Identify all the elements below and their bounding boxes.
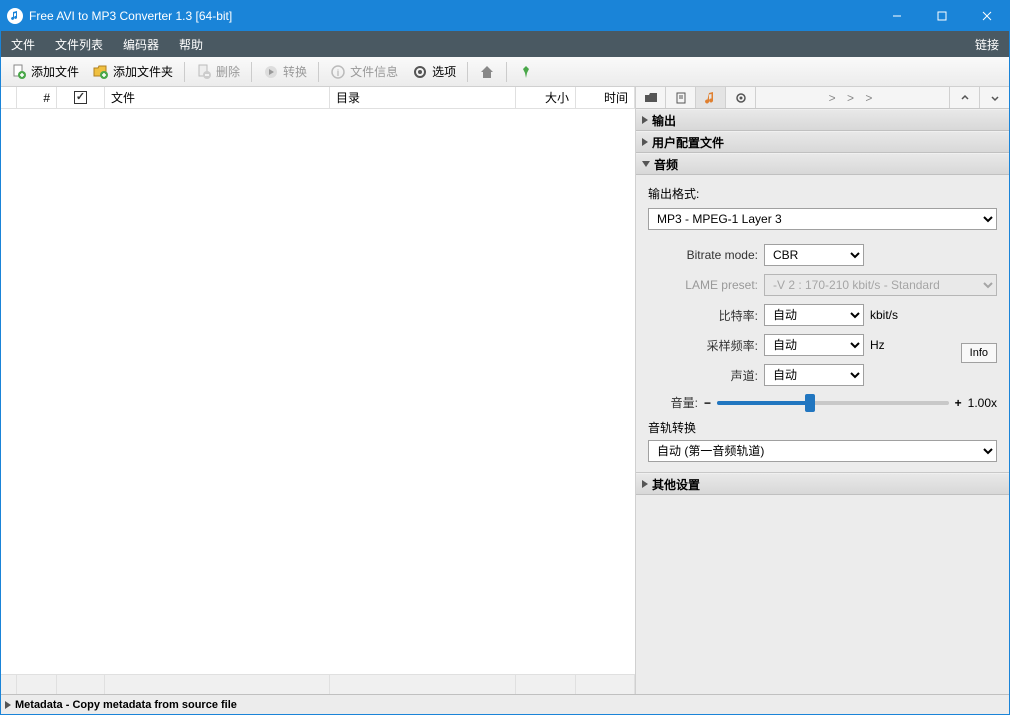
tab-expand[interactable] [979,87,1009,108]
convert-label: 转换 [283,63,307,80]
file-info-icon: i [330,64,346,80]
col-file[interactable]: 文件 [105,87,330,108]
section-audio-body: 输出格式: MP3 - MPEG-1 Layer 3 Bitrate mode:… [636,175,1009,473]
gear-icon [412,64,428,80]
options-button[interactable]: 选项 [406,60,462,83]
col-size[interactable]: 大小 [516,87,576,108]
tab-more[interactable]: > > > [756,87,949,108]
add-file-icon [11,64,27,80]
section-other-label: 其他设置 [652,476,700,493]
menu-encoder[interactable]: 编码器 [113,31,169,57]
menu-help[interactable]: 帮助 [169,31,213,57]
maximize-button[interactable] [919,1,964,31]
section-output-label: 输出 [652,112,676,129]
add-file-label: 添加文件 [31,63,79,80]
delete-icon [196,64,212,80]
app-icon [7,8,23,24]
add-folder-label: 添加文件夹 [113,63,173,80]
table-footer [1,674,635,694]
tab-settings[interactable] [726,87,756,108]
output-format-select[interactable]: MP3 - MPEG-1 Layer 3 [648,208,997,230]
delete-label: 删除 [216,63,240,80]
convert-button[interactable]: 转换 [257,60,313,83]
table-header: # 文件 目录 大小 时间 [1,87,635,109]
slider-thumb[interactable] [805,394,815,412]
settings-tabs: > > > [636,87,1009,109]
delete-button[interactable]: 删除 [190,60,246,83]
lame-preset-label: LAME preset: [648,278,758,292]
volume-plus[interactable]: + [955,396,962,410]
volume-slider[interactable] [717,401,949,405]
add-file-button[interactable]: 添加文件 [5,60,85,83]
bitrate-select[interactable]: 自动 [764,304,864,326]
pin-button[interactable] [512,61,540,83]
statusbar: Metadata - Copy metadata from source fil… [1,694,1009,714]
chevron-right-icon [642,480,648,488]
menu-file[interactable]: 文件 [1,31,45,57]
pin-icon [518,64,534,80]
col-expand[interactable] [1,87,17,108]
settings-pane: > > > 输出 用户配置文件 音频 输出格式: MP3 - MPEG-1 La… [636,87,1009,694]
main-area: # 文件 目录 大小 时间 > > > [1,87,1009,694]
close-button[interactable] [964,1,1009,31]
bitrate-mode-select[interactable]: CBR [764,244,864,266]
window-title: Free AVI to MP3 Converter 1.3 [64-bit] [29,9,874,23]
channel-label: 声道: [648,367,758,384]
chevron-down-icon [642,161,650,167]
channel-select[interactable]: 自动 [764,364,864,386]
file-info-label: 文件信息 [350,63,398,80]
section-other-header[interactable]: 其他设置 [636,473,1009,495]
add-folder-icon [93,64,109,80]
col-dir[interactable]: 目录 [330,87,516,108]
bitrate-mode-label: Bitrate mode: [648,248,758,262]
col-number[interactable]: # [17,87,57,108]
file-list-pane: # 文件 目录 大小 时间 [1,87,636,694]
file-info-button[interactable]: i 文件信息 [324,60,404,83]
checkbox-icon [74,91,87,104]
bitrate-label: 比特率: [648,307,758,324]
chevron-right-icon[interactable] [5,701,11,709]
home-button[interactable] [473,61,501,83]
sample-unit: Hz [870,338,885,352]
tab-collapse[interactable] [949,87,979,108]
section-audio-label: 音频 [654,156,678,173]
col-checkbox[interactable] [57,87,105,108]
statusbar-text: Metadata - Copy metadata from source fil… [15,699,237,711]
chevron-right-icon [642,138,648,146]
section-audio-header[interactable]: 音频 [636,153,1009,175]
menubar: 文件 文件列表 编码器 帮助 链接 [1,31,1009,57]
tab-audio[interactable] [696,87,726,108]
sample-select[interactable]: 自动 [764,334,864,356]
tab-document[interactable] [666,87,696,108]
section-profile-header[interactable]: 用户配置文件 [636,131,1009,153]
lame-preset-select: -V 2 : 170-210 kbit/s - Standard [764,274,997,296]
table-body[interactable] [1,109,635,674]
home-icon [479,64,495,80]
svg-text:i: i [337,68,340,78]
section-output-header[interactable]: 输出 [636,109,1009,131]
menu-link[interactable]: 链接 [965,31,1009,57]
track-conv-label: 音轨转换 [648,419,997,436]
volume-value: 1.00x [968,396,997,410]
add-folder-button[interactable]: 添加文件夹 [87,60,179,83]
track-conv-select[interactable]: 自动 (第一音频轨道) [648,440,997,462]
toolbar: 添加文件 添加文件夹 删除 转换 i 文件信息 选项 [1,57,1009,87]
menu-filelist[interactable]: 文件列表 [45,31,113,57]
output-format-label: 输出格式: [648,185,997,202]
bitrate-unit: kbit/s [870,308,898,322]
col-time[interactable]: 时间 [576,87,635,108]
titlebar: Free AVI to MP3 Converter 1.3 [64-bit] [1,1,1009,31]
minimize-button[interactable] [874,1,919,31]
tab-folder[interactable] [636,87,666,108]
volume-minus[interactable]: − [704,396,711,410]
options-label: 选项 [432,63,456,80]
convert-icon [263,64,279,80]
section-profile-label: 用户配置文件 [652,134,724,151]
info-button[interactable]: Info [961,343,997,363]
volume-label: 音量: [648,394,698,411]
chevron-right-icon [642,116,648,124]
sample-label: 采样频率: [648,337,758,354]
